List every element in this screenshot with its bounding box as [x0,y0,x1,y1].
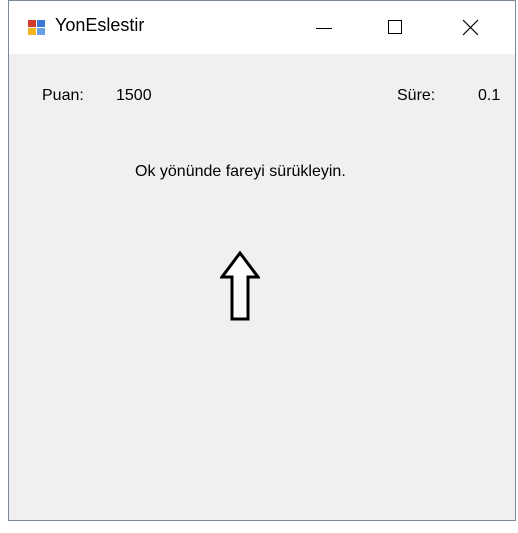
minimize-button[interactable] [287,1,359,54]
app-window: YonEslestir Puan: 1500 Süre: 0.1 Ok yönü… [8,0,516,521]
window-title: YonEslestir [55,15,145,35]
app-icon[interactable] [28,20,45,35]
close-button[interactable] [433,1,505,54]
score-value: 1500 [116,87,152,104]
score-label: Puan: [42,87,84,104]
maximize-button[interactable] [359,1,431,54]
minimize-icon [316,28,332,29]
time-value: 0.1 [478,87,501,104]
up-arrow-icon [220,251,260,321]
time-label: Süre: [397,87,436,104]
instruction-text: Ok yönünde fareyi sürükleyin. [135,163,346,180]
close-icon [462,19,479,36]
maximize-icon [388,20,402,34]
title-bar[interactable]: YonEslestir [9,1,515,54]
